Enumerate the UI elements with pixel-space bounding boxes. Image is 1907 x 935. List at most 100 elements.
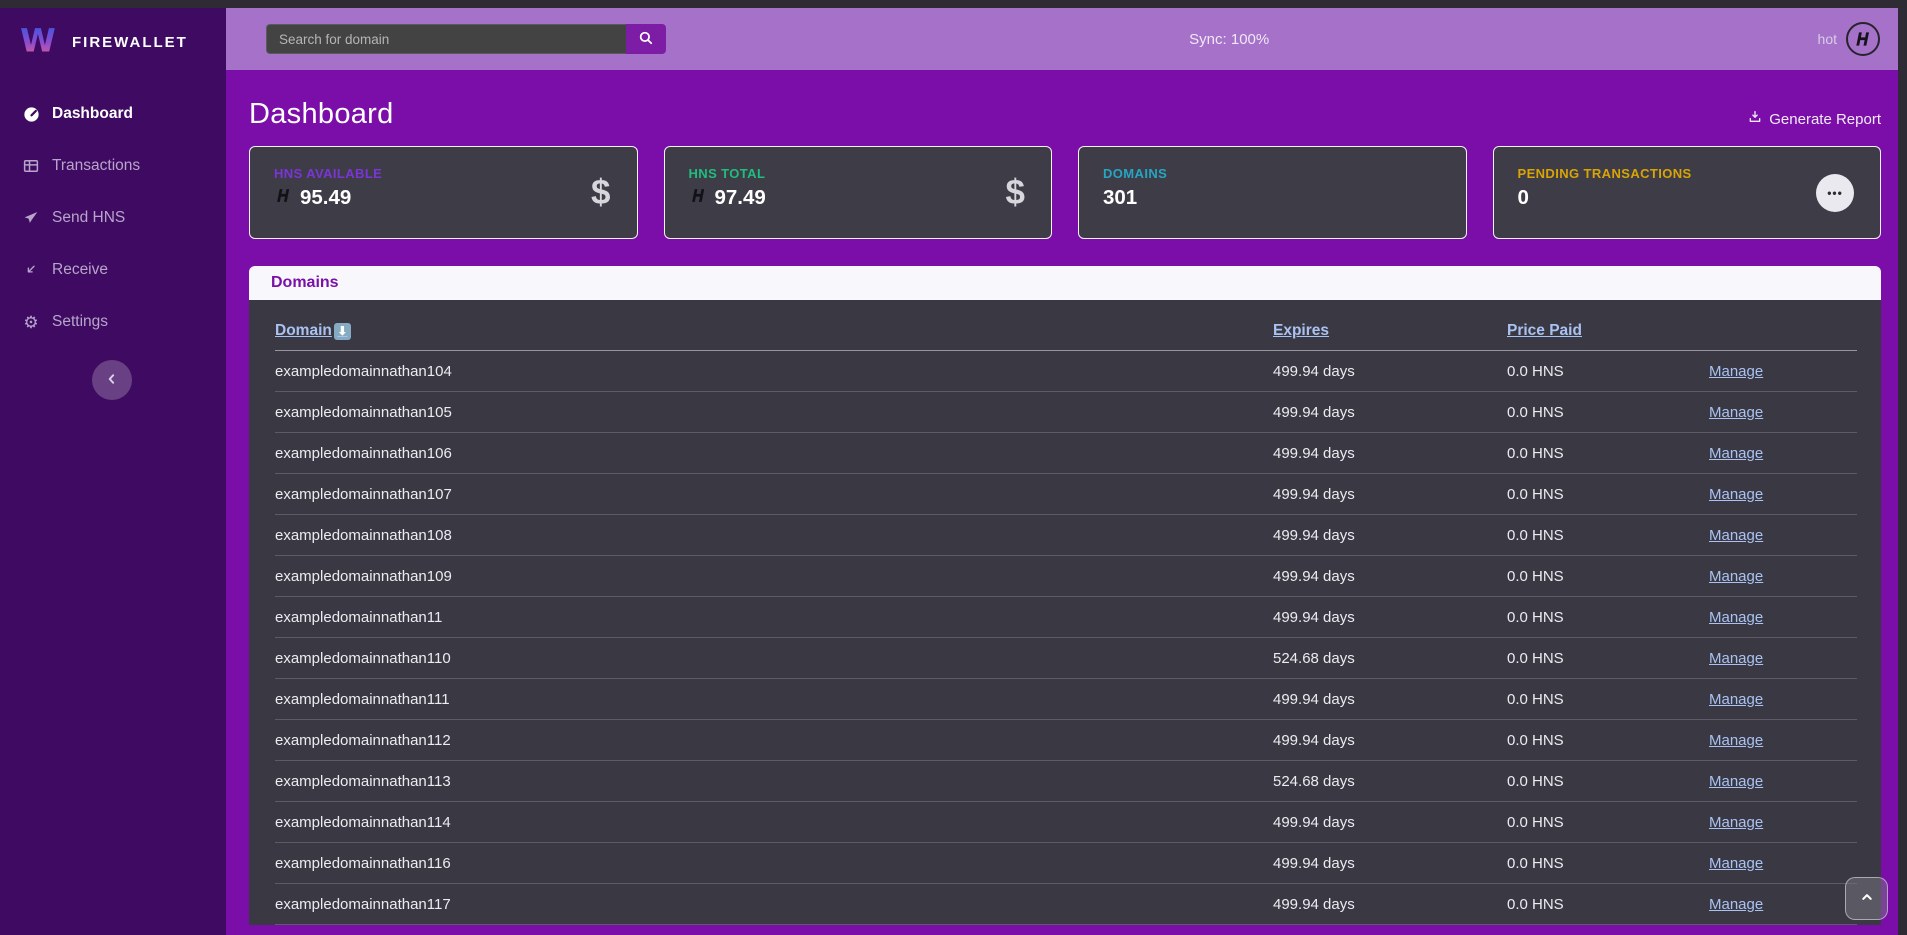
expires-cell: 499.94 days <box>1273 609 1507 626</box>
sidebar-item-dashboard[interactable]: Dashboard <box>0 88 226 140</box>
download-icon <box>1747 109 1763 129</box>
table-row: exampledomainnathan106 499.94 days 0.0 H… <box>275 433 1857 474</box>
price-cell: 0.0 HNS <box>1507 527 1709 544</box>
price-cell: 0.0 HNS <box>1507 363 1709 380</box>
page-title: Dashboard <box>249 98 394 131</box>
sidebar-nav: Dashboard Transactions <box>0 88 226 348</box>
search-input[interactable] <box>266 24 626 54</box>
expires-cell: 499.94 days <box>1273 527 1507 544</box>
domains-table-body: exampledomainnathan104 499.94 days 0.0 H… <box>275 351 1857 925</box>
stat-label: PENDING TRANSACTIONS <box>1518 166 1857 181</box>
manage-link[interactable]: Manage <box>1709 814 1763 831</box>
expires-cell: 499.94 days <box>1273 486 1507 503</box>
price-cell: 0.0 HNS <box>1507 773 1709 790</box>
domain-cell: exampledomainnathan116 <box>275 855 1273 872</box>
sidebar-item-label: Dashboard <box>52 105 133 123</box>
dollar-icon: $ <box>591 173 610 213</box>
stat-cards: HNS AVAILABLE 95.49 $ HNS TOTAL <box>249 146 1881 239</box>
manage-link[interactable]: Manage <box>1709 691 1763 708</box>
table-row: exampledomainnathan114 499.94 days 0.0 H… <box>275 802 1857 843</box>
expires-cell: 499.94 days <box>1273 814 1507 831</box>
manage-link[interactable]: Manage <box>1709 855 1763 872</box>
sidebar-collapse-button[interactable] <box>92 360 132 400</box>
hns-logo-icon <box>689 186 708 210</box>
manage-link[interactable]: Manage <box>1709 363 1763 380</box>
manage-link[interactable]: Manage <box>1709 527 1763 544</box>
sidebar: W FIREWALLET Dashboard <box>0 8 226 935</box>
table-row: exampledomainnathan117 499.94 days 0.0 H… <box>275 884 1857 925</box>
stat-label: DOMAINS <box>1103 166 1442 181</box>
manage-link[interactable]: Manage <box>1709 650 1763 667</box>
handshake-logo-button[interactable] <box>1846 22 1880 56</box>
column-header-price-paid[interactable]: Price Paid <box>1507 322 1582 340</box>
pending-transactions-menu-button[interactable]: ••• <box>1816 174 1854 212</box>
expires-cell: 499.94 days <box>1273 363 1507 380</box>
dashboard-page: Dashboard Generate Report HNS AVAILABLE <box>226 70 1898 935</box>
svg-text:W: W <box>20 21 56 59</box>
expires-cell: 499.94 days <box>1273 445 1507 462</box>
domain-cell: exampledomainnathan107 <box>275 486 1273 503</box>
app-window: W FIREWALLET Dashboard <box>0 0 1907 935</box>
sidebar-item-label: Send HNS <box>52 209 125 227</box>
domain-cell: exampledomainnathan108 <box>275 527 1273 544</box>
column-header-expires[interactable]: Expires <box>1273 322 1329 340</box>
arrow-down-left-icon <box>20 261 42 279</box>
price-cell: 0.0 HNS <box>1507 650 1709 667</box>
expires-cell: 499.94 days <box>1273 855 1507 872</box>
sidebar-item-label: Settings <box>52 313 108 331</box>
stat-card-domains: DOMAINS 301 <box>1078 146 1467 239</box>
table-row: exampledomainnathan111 499.94 days 0.0 H… <box>275 679 1857 720</box>
sidebar-item-receive[interactable]: Receive <box>0 244 226 296</box>
price-cell: 0.0 HNS <box>1507 404 1709 421</box>
manage-link[interactable]: Manage <box>1709 609 1763 626</box>
manage-link[interactable]: Manage <box>1709 773 1763 790</box>
table-row: exampledomainnathan113 524.68 days 0.0 H… <box>275 761 1857 802</box>
sort-descending-icon: ⬇ <box>334 323 351 340</box>
sidebar-item-settings[interactable]: ⚙ Settings <box>0 296 226 348</box>
table-row: exampledomainnathan11 499.94 days 0.0 HN… <box>275 597 1857 638</box>
domain-cell: exampledomainnathan114 <box>275 814 1273 831</box>
sidebar-item-transactions[interactable]: Transactions <box>0 140 226 192</box>
scroll-top-button[interactable] <box>1845 877 1888 920</box>
manage-link[interactable]: Manage <box>1709 445 1763 462</box>
sidebar-item-label: Receive <box>52 261 108 279</box>
expires-cell: 499.94 days <box>1273 691 1507 708</box>
domain-cell: exampledomainnathan106 <box>275 445 1273 462</box>
search-button[interactable] <box>626 24 666 54</box>
price-cell: 0.0 HNS <box>1507 486 1709 503</box>
domain-cell: exampledomainnathan105 <box>275 404 1273 421</box>
column-header-domain[interactable]: Domain⬇ <box>275 322 351 340</box>
sidebar-item-send-hns[interactable]: Send HNS <box>0 192 226 244</box>
expires-cell: 524.68 days <box>1273 650 1507 667</box>
manage-link[interactable]: Manage <box>1709 404 1763 421</box>
manage-link[interactable]: Manage <box>1709 568 1763 585</box>
expires-cell: 499.94 days <box>1273 896 1507 913</box>
table-row: exampledomainnathan104 499.94 days 0.0 H… <box>275 351 1857 392</box>
manage-link[interactable]: Manage <box>1709 732 1763 749</box>
domain-cell: exampledomainnathan111 <box>275 691 1273 708</box>
domains-panel: Domains Domain⬇ Expires Price Paid examp… <box>249 266 1881 925</box>
table-row: exampledomainnathan107 499.94 days 0.0 H… <box>275 474 1857 515</box>
table-row: exampledomainnathan110 524.68 days 0.0 H… <box>275 638 1857 679</box>
brand-name: FIREWALLET <box>72 34 188 51</box>
manage-link[interactable]: Manage <box>1709 896 1763 913</box>
search-icon <box>637 29 655 50</box>
price-cell: 0.0 HNS <box>1507 855 1709 872</box>
table-row: exampledomainnathan116 499.94 days 0.0 H… <box>275 843 1857 884</box>
stat-value: 95.49 <box>300 186 351 210</box>
price-cell: 0.0 HNS <box>1507 732 1709 749</box>
hns-logo-icon <box>274 186 293 210</box>
paper-plane-icon <box>20 209 42 227</box>
domain-cell: exampledomainnathan109 <box>275 568 1273 585</box>
stat-label: HNS TOTAL <box>689 166 1028 181</box>
chevron-up-icon <box>1858 888 1876 909</box>
generate-report-label: Generate Report <box>1769 111 1881 128</box>
price-cell: 0.0 HNS <box>1507 691 1709 708</box>
stat-label: HNS AVAILABLE <box>274 166 613 181</box>
ellipsis-icon: ••• <box>1827 186 1843 200</box>
generate-report-button[interactable]: Generate Report <box>1747 109 1881 131</box>
domain-cell: exampledomainnathan104 <box>275 363 1273 380</box>
manage-link[interactable]: Manage <box>1709 486 1763 503</box>
domain-search <box>266 24 666 54</box>
firewallet-logo-icon: W <box>20 21 62 64</box>
